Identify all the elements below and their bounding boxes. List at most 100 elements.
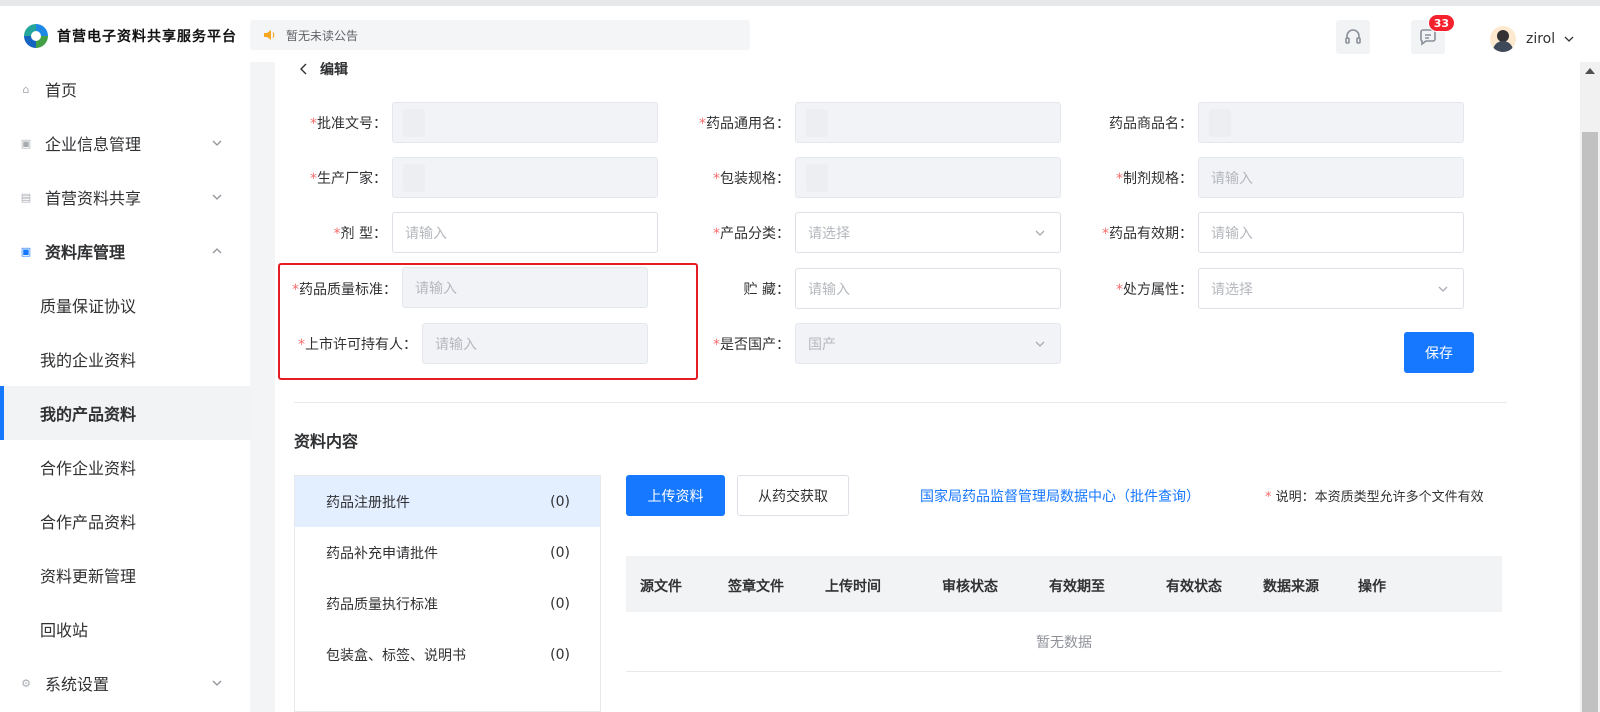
- empty-state: 暂无数据: [626, 612, 1502, 672]
- sidebar-item-update-manage[interactable]: 资料更新管理: [0, 548, 250, 602]
- validity-input[interactable]: 请输入: [1198, 212, 1464, 253]
- storage-input[interactable]: 请输入: [795, 268, 1061, 309]
- sidebar-item-quality-agreement[interactable]: 质量保证协议: [0, 278, 250, 332]
- notice-text: 暂无未读公告: [286, 28, 359, 43]
- masked-value: [806, 164, 828, 192]
- user-menu[interactable]: zirol: [1490, 26, 1575, 52]
- sidebar-item-label: 首页: [45, 81, 78, 100]
- dosage-form-label: *剂 型：: [333, 226, 387, 242]
- upload-button[interactable]: 上传资料: [626, 475, 725, 516]
- chevron-down-icon: [1564, 36, 1574, 42]
- chevron-down-icon: [212, 140, 222, 146]
- sidebar-item-label: 质量保证协议: [40, 297, 137, 316]
- package-spec-label: *包装规格：: [713, 171, 790, 187]
- chevron-left-icon: [300, 63, 307, 75]
- approval-no-label: *批准文号：: [310, 116, 387, 132]
- package-spec-input[interactable]: [795, 157, 1061, 198]
- app-logo[interactable]: 首营电子资料共享服务平台: [24, 24, 237, 48]
- sidebar-item-label: 我的企业资料: [40, 351, 137, 370]
- column-header: 源文件: [640, 579, 682, 595]
- sidebar-item-share[interactable]: ▤ 首营资料共享: [0, 170, 250, 224]
- quality-standard-label: *药品质量标准：: [292, 282, 397, 298]
- category-label: *产品分类：: [713, 226, 790, 242]
- chevron-down-icon: [212, 194, 222, 200]
- notice-bar[interactable]: 暂无未读公告: [250, 20, 750, 50]
- share-icon: ▤: [20, 190, 32, 204]
- list-item[interactable]: 药品注册批件 (0): [295, 476, 600, 527]
- table-header: 源文件 签章文件 上传时间 审核状态 有效期至 有效状态 数据来源 操作: [626, 556, 1502, 612]
- chevron-down-icon: [1035, 341, 1045, 347]
- scroll-up-arrow-icon[interactable]: [1585, 68, 1595, 74]
- manufacturer-label: *生产厂家：: [310, 171, 387, 187]
- sidebar-item-label: 资料更新管理: [40, 567, 137, 586]
- sidebar-item-label: 系统设置: [45, 675, 110, 694]
- sidebar-item-label: 企业信息管理: [45, 135, 142, 154]
- sidebar-item-label: 资料库管理: [45, 243, 126, 262]
- prescription-label: *处方属性：: [1116, 282, 1193, 298]
- list-item[interactable]: 药品补充申请批件 (0): [295, 527, 600, 578]
- column-header: 上传时间: [825, 579, 881, 595]
- top-bar: 首营电子资料共享服务平台 暂无未读公告 33 zirol: [0, 0, 1600, 62]
- message-button[interactable]: 33: [1411, 14, 1455, 54]
- quality-standard-input[interactable]: 请输入: [402, 267, 648, 308]
- dosage-form-input[interactable]: 请输入: [392, 212, 658, 253]
- approval-no-input[interactable]: [392, 102, 658, 143]
- message-count-badge: 33: [1427, 14, 1455, 32]
- chevron-down-icon: [1438, 286, 1448, 292]
- sidebar-item-enterprise[interactable]: ▣ 企业信息管理: [0, 116, 250, 170]
- sidebar-item-settings[interactable]: ⚙ 系统设置: [0, 656, 250, 710]
- save-button[interactable]: 保存: [1404, 332, 1474, 373]
- domestic-label: *是否国产：: [713, 337, 790, 353]
- home-icon: ⌂: [22, 82, 30, 96]
- sidebar-item-partner-product[interactable]: 合作产品资料: [0, 494, 250, 548]
- list-item[interactable]: 药品质量执行标准 (0): [295, 578, 600, 629]
- preparation-spec-label: *制剂规格：: [1116, 171, 1193, 187]
- column-header: 有效期至: [1049, 579, 1105, 595]
- sidebar-item-library[interactable]: ▣ 资料库管理: [0, 224, 250, 278]
- storage-label: 贮 藏：: [743, 282, 790, 298]
- app-title: 首营电子资料共享服务平台: [57, 29, 237, 45]
- sidebar-item-label: 合作产品资料: [40, 513, 137, 532]
- sidebar-item-my-product[interactable]: 我的产品资料: [0, 386, 250, 440]
- generic-name-label: *药品通用名：: [699, 116, 790, 132]
- divider: [294, 402, 1507, 403]
- sidebar-item-label: 首营资料共享: [45, 189, 142, 208]
- prescription-select[interactable]: 请选择: [1198, 268, 1464, 309]
- sidebar-item-label: 合作企业资料: [40, 459, 137, 478]
- logo-icon: [24, 24, 48, 48]
- fetch-button[interactable]: 从药交获取: [737, 475, 849, 516]
- mah-label: *上市许可持有人：: [298, 337, 417, 353]
- username: zirol: [1526, 31, 1556, 47]
- column-header: 数据来源: [1263, 579, 1319, 595]
- category-list: 药品注册批件 (0) 药品补充申请批件 (0) 药品质量执行标准 (0) 包装盒、标签…: [294, 475, 601, 712]
- sidebar-item-partner-enterprise[interactable]: 合作企业资料: [0, 440, 250, 494]
- validity-label: *药品有效期：: [1102, 226, 1193, 242]
- trade-name-input[interactable]: [1198, 102, 1464, 143]
- preparation-spec-input[interactable]: 请输入: [1198, 157, 1464, 198]
- back-link[interactable]: 编辑: [300, 62, 348, 78]
- nmpa-query-link[interactable]: 国家局药品监督管理局数据中心（批件查询）: [920, 486, 1200, 506]
- scrollbar-thumb[interactable]: [1582, 132, 1598, 712]
- sidebar-item-label: 我的产品资料: [40, 405, 137, 424]
- scrollbar[interactable]: [1580, 62, 1600, 712]
- file-note: * 说明：本资质类型允许多个文件有效: [1265, 490, 1484, 505]
- enterprise-icon: ▣: [20, 136, 32, 150]
- generic-name-input[interactable]: [795, 102, 1061, 143]
- domestic-select[interactable]: 国产: [795, 323, 1061, 364]
- column-header: 操作: [1358, 579, 1386, 595]
- list-item[interactable]: 包装盒、标签、说明书 (0): [295, 629, 600, 680]
- headset-button[interactable]: [1336, 20, 1370, 54]
- chevron-down-icon: [1035, 230, 1045, 236]
- sidebar-item-recycle-bin[interactable]: 回收站: [0, 602, 250, 656]
- column-header: 签章文件: [728, 579, 784, 595]
- sidebar-item-home[interactable]: ⌂ 首页: [0, 62, 250, 116]
- mah-input[interactable]: 请输入: [422, 323, 648, 364]
- avatar: [1490, 26, 1516, 52]
- settings-icon: ⚙: [21, 676, 31, 690]
- sidebar-item-my-enterprise[interactable]: 我的企业资料: [0, 332, 250, 386]
- masked-value: [806, 109, 828, 137]
- sidebar-item-label: 回收站: [40, 621, 89, 640]
- category-select[interactable]: 请选择: [795, 212, 1061, 253]
- library-icon: ▣: [20, 244, 32, 258]
- manufacturer-input[interactable]: [392, 157, 658, 198]
